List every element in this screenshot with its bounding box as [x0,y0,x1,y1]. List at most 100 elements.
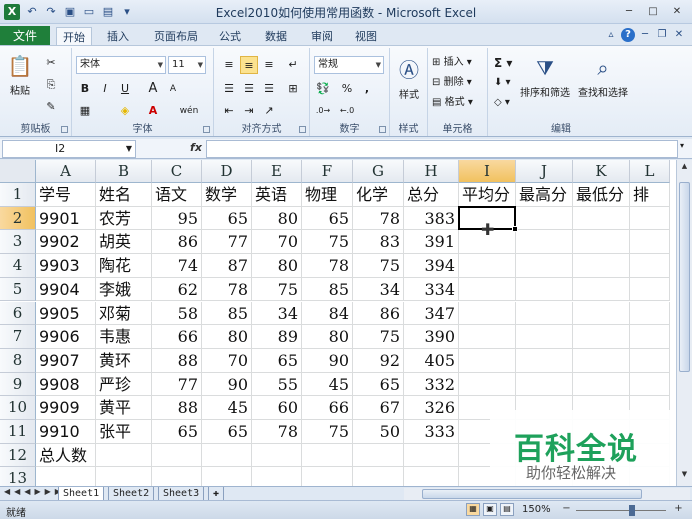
cell-f13[interactable] [302,467,353,486]
minimize-button[interactable]: ─ [618,3,640,20]
cell-c13[interactable] [152,467,202,486]
cell-b6[interactable]: 邓菊 [96,301,152,326]
cell-g2[interactable]: 78 [353,206,404,231]
align-top-icon[interactable]: ≡ [220,56,238,74]
doc-restore-icon[interactable]: ❐ [655,28,669,42]
cell-h2[interactable]: 383 [404,206,459,231]
cell-k2[interactable] [573,206,630,231]
cell-f8[interactable]: 90 [302,348,353,373]
cell-b12[interactable] [96,443,152,468]
cell-c8[interactable]: 88 [152,348,202,373]
cell-d9[interactable]: 90 [202,372,252,397]
ribbon-minimize-icon[interactable]: ▵ [604,28,618,42]
cell-g8[interactable]: 92 [353,348,404,373]
cell-b1[interactable]: 姓名 [96,183,152,207]
cell-h11[interactable]: 333 [404,420,459,444]
cell-d10[interactable]: 45 [202,396,252,420]
cell-b7[interactable]: 韦惠 [96,325,152,349]
vertical-scroll-thumb[interactable] [679,182,690,372]
cell-k6[interactable] [573,301,630,326]
cell-i5[interactable] [459,277,516,302]
cell-h9[interactable]: 332 [404,372,459,397]
cell-d13[interactable] [202,467,252,486]
bold-button[interactable]: B [76,80,94,98]
cell-a6[interactable]: 9905 [36,301,96,326]
grow-font-button[interactable]: A [144,80,162,98]
cell-f9[interactable]: 45 [302,372,353,397]
select-all-corner[interactable] [0,160,36,183]
cell-d6[interactable]: 85 [202,301,252,326]
sheet-nav-icons[interactable]: ◀◀◀▶▶▶ [4,487,65,496]
cell-a10[interactable]: 9909 [36,396,96,420]
cell-c2[interactable]: 95 [152,206,202,231]
tab-review[interactable]: 审阅 [304,27,340,46]
cell-f10[interactable]: 66 [302,396,353,420]
page-layout-view-icon[interactable]: ▣ [483,503,497,516]
row-header-5[interactable]: 5 [0,277,36,302]
cell-f12[interactable] [302,443,353,468]
cell-d2[interactable]: 65 [202,206,252,231]
cell-l1[interactable]: 排 [630,183,670,207]
cell-i7[interactable] [459,325,516,349]
increase-indent-icon[interactable]: ⇥ [240,102,258,120]
cell-f7[interactable]: 80 [302,325,353,349]
cell-j8[interactable] [516,348,573,373]
zoom-slider-thumb[interactable] [628,505,635,516]
cell-a3[interactable]: 9902 [36,230,96,255]
cell-l4[interactable] [630,254,670,278]
font-size-combo[interactable]: 11 ▼ [168,56,206,74]
cell-h4[interactable]: 394 [404,254,459,278]
cell-h10[interactable]: 326 [404,396,459,420]
cell-e13[interactable] [252,467,302,486]
insert-sheet-icon[interactable]: ✚ [208,487,225,501]
row-header-1[interactable]: 1 [0,183,36,207]
page-break-view-icon[interactable]: ▤ [500,503,514,516]
cell-e12[interactable] [252,443,302,468]
cell-d1[interactable]: 数学 [202,183,252,207]
fill-color-icon[interactable]: ◈ [116,102,134,120]
sheet-tab-1[interactable]: Sheet1 [58,487,105,501]
underline-button[interactable]: U [116,80,134,98]
cell-a7[interactable]: 9906 [36,325,96,349]
cell-i1[interactable]: 平均分 [459,183,516,207]
cell-e3[interactable]: 70 [252,230,302,255]
zoom-level[interactable]: 150% [522,504,551,515]
cell-g12[interactable] [353,443,404,468]
zoom-in-icon[interactable]: + [672,503,685,516]
cell-j2[interactable] [516,206,573,231]
cell-c12[interactable] [152,443,202,468]
cell-c10[interactable]: 88 [152,396,202,420]
cell-h7[interactable]: 390 [404,325,459,349]
shrink-font-button[interactable]: A [164,80,182,98]
column-header-g[interactable]: G [353,160,404,183]
cell-c4[interactable]: 74 [152,254,202,278]
row-header-10[interactable]: 10 [0,396,36,420]
font-name-combo[interactable]: 宋体 ▼ [76,56,166,74]
cell-e11[interactable]: 78 [252,420,302,444]
cell-h13[interactable] [404,467,459,486]
cell-a5[interactable]: 9904 [36,277,96,302]
cell-i4[interactable] [459,254,516,278]
font-launcher-icon[interactable] [203,126,210,133]
fill-icon[interactable]: ⬇ ▾ [494,74,511,92]
sheet-tab-3[interactable]: Sheet3 [158,487,205,501]
cell-g6[interactable]: 86 [353,301,404,326]
cell-i6[interactable] [459,301,516,326]
cell-k9[interactable] [573,372,630,397]
cell-d11[interactable]: 65 [202,420,252,444]
close-button[interactable]: ✕ [666,3,688,20]
cell-h1[interactable]: 总分 [404,183,459,207]
cell-e5[interactable]: 75 [252,277,302,302]
cell-d8[interactable]: 70 [202,348,252,373]
align-right-icon[interactable]: ☰ [260,80,278,98]
cell-c5[interactable]: 62 [152,277,202,302]
column-header-b[interactable]: B [96,160,152,183]
border-icon[interactable]: ▦ [76,102,94,120]
format-painter-icon[interactable]: ✎ [42,98,60,116]
format-cells-button[interactable]: ▤ 格式 ▾ [432,94,473,112]
cell-a13[interactable] [36,467,96,486]
cell-d12[interactable] [202,443,252,468]
align-middle-icon[interactable]: ≡ [240,56,258,74]
align-left-icon[interactable]: ☰ [220,80,238,98]
cell-j3[interactable] [516,230,573,255]
